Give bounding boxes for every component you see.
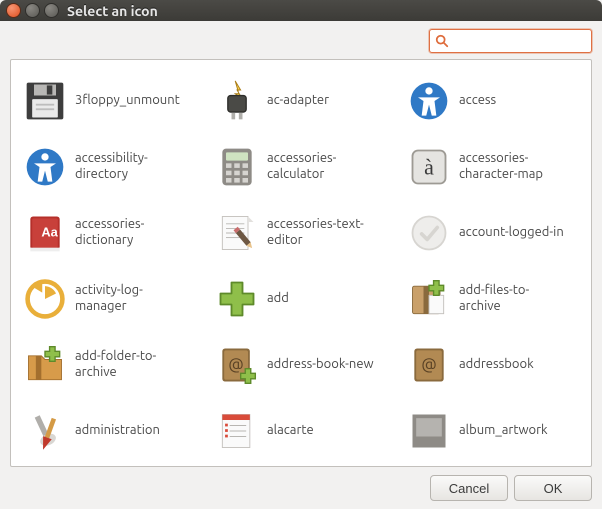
maximize-icon[interactable] [44,3,59,18]
search-input[interactable] [429,29,592,53]
svg-text:@: @ [421,357,437,375]
icon-item-accessories-dictionary[interactable]: Aa accessories-dictionary [19,200,203,266]
account-logged-in-icon [405,209,453,257]
icon-item-accessibility-directory[interactable]: accessibility-directory [19,134,203,200]
window-title: Select an icon [67,3,158,19]
accessories-character-map-icon: à [405,143,453,191]
3floppy_unmount-icon [21,77,69,125]
icon-item-add[interactable]: add [211,266,395,332]
icon-item-add-folder-to-archive[interactable]: add-folder-to-archive [19,332,203,398]
dialog-footer: Cancel OK [10,473,592,501]
alacarte-icon [213,407,261,455]
add-files-to-archive-icon [405,275,453,323]
ok-button[interactable]: OK [514,475,592,501]
search-icon [435,34,449,48]
icon-label: accessories-calculator [267,151,377,182]
icon-label: accessories-dictionary [75,217,185,248]
close-icon[interactable] [6,3,21,18]
icon-item-activity-log-manager[interactable]: activity-log-manager [19,266,203,332]
administration-icon [21,407,69,455]
icon-item-address-book-new[interactable]: @ address-book-new [211,332,395,398]
addressbook-icon: @ [405,341,453,389]
activity-log-manager-icon [21,275,69,323]
titlebar[interactable]: Select an icon [0,0,602,21]
icon-label: address-book-new [267,357,374,373]
minimize-icon[interactable] [25,3,40,18]
album_artwork-icon [405,407,453,455]
search-row [10,29,592,53]
icon-label: ac-adapter [267,93,329,109]
icon-label: accessories-character-map [459,151,569,182]
icon-label: addressbook [459,357,534,373]
icon-item-addressbook[interactable]: @ addressbook [403,332,587,398]
dialog-window: Select an icon 3floppy_unmount ac-adapter… [0,0,602,509]
icon-label: add-files-to-archive [459,283,569,314]
icon-label: accessibility-directory [75,151,185,182]
svg-text:@: @ [228,357,244,375]
icon-item-access[interactable]: access [403,68,587,134]
address-book-new-icon: @ [213,341,261,389]
accessories-dictionary-icon: Aa [21,209,69,257]
icon-item-add-files-to-archive[interactable]: add-files-to-archive [403,266,587,332]
icon-item-ac-adapter[interactable]: ac-adapter [211,68,395,134]
search-wrap [429,29,592,53]
window-controls [6,3,59,18]
icon-label: access [459,93,496,109]
icon-label: account-logged-in [459,225,564,241]
icon-label: add-folder-to-archive [75,349,185,380]
icon-label: accessories-text-editor [267,217,377,248]
dialog-content: 3floppy_unmount ac-adapter access accessibi… [0,21,602,509]
icon-item-accessories-text-editor[interactable]: accessories-text-editor [211,200,395,266]
svg-text:à: à [424,154,434,179]
accessories-text-editor-icon [213,209,261,257]
icon-label: alacarte [267,423,314,439]
icon-item-album_artwork[interactable]: album_artwork [403,398,587,464]
icon-label: activity-log-manager [75,283,185,314]
cancel-button[interactable]: Cancel [430,475,508,501]
accessories-calculator-icon [213,143,261,191]
icon-label: 3floppy_unmount [75,93,180,109]
add-icon [213,275,261,323]
icon-label: administration [75,423,160,439]
icon-item-accessories-character-map[interactable]: à accessories-character-map [403,134,587,200]
accessibility-directory-icon [21,143,69,191]
add-folder-to-archive-icon [21,341,69,389]
icon-grid[interactable]: 3floppy_unmount ac-adapter access accessibi… [11,60,591,466]
icon-item-alacarte[interactable]: alacarte [211,398,395,464]
icon-label: album_artwork [459,423,548,439]
svg-text:Aa: Aa [41,225,58,240]
icon-item-accessories-calculator[interactable]: accessories-calculator [211,134,395,200]
icon-label: add [267,291,289,307]
icon-item-administration[interactable]: administration [19,398,203,464]
icon-panel: 3floppy_unmount ac-adapter access accessibi… [10,59,592,467]
ac-adapter-icon [213,77,261,125]
icon-item-account-logged-in[interactable]: account-logged-in [403,200,587,266]
access-icon [405,77,453,125]
icon-item-3floppy_unmount[interactable]: 3floppy_unmount [19,68,203,134]
